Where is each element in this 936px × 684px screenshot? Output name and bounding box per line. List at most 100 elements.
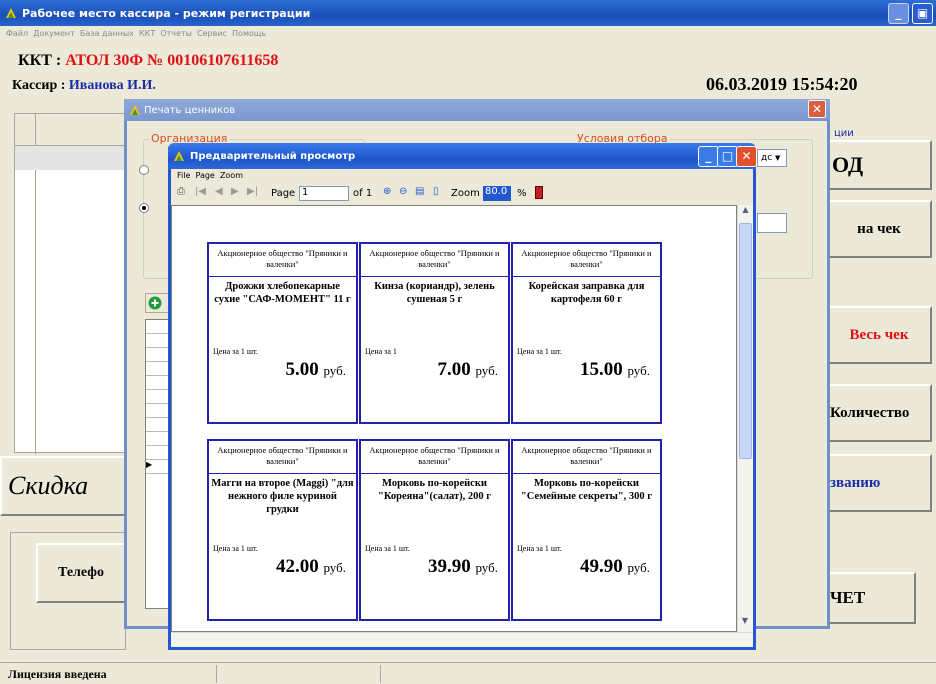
- price-print-dialog-title: Печать ценников: [144, 105, 236, 116]
- whole-check-label: Весь чек: [849, 326, 909, 343]
- price-tag-product: Морковь по-корейски "Кореяна"(салат), 20…: [377, 478, 492, 502]
- preview-close-button[interactable]: ✕: [736, 146, 757, 167]
- price-currency: руб.: [475, 560, 498, 575]
- by-name-button[interactable]: званию: [826, 454, 932, 512]
- price-currency: руб.: [323, 560, 346, 575]
- zoom-out-icon[interactable]: ⊖: [399, 186, 407, 202]
- discount-button[interactable]: Скидка: [0, 456, 126, 516]
- dialog-close-button[interactable]: ✕: [808, 100, 826, 118]
- price-tag: Акционерное общество "Пряники и валенки"…: [511, 242, 662, 424]
- price-tag-product: Корейская заправка для картофеля 60 г: [528, 281, 645, 305]
- add-icon: [148, 296, 162, 310]
- preview-menu-page[interactable]: Page: [195, 171, 214, 180]
- chevron-down-icon[interactable]: ▼: [738, 616, 752, 632]
- page-of-label: of 1: [353, 188, 373, 199]
- price-value: 39.90: [427, 556, 471, 577]
- price-tag-price: 7.00 руб.: [361, 359, 508, 381]
- preview-menu-bar: File Page Zoom: [171, 169, 753, 183]
- horizontal-scrollbar[interactable]: [171, 632, 753, 647]
- first-page-icon[interactable]: |◀: [195, 186, 206, 202]
- preview-toolbar: ⎙ |◀ ◀ ▶ ▶| Page 1 of 1 ⊕ ⊖ ▤ ▯ Zoom 80.…: [171, 183, 753, 205]
- discount-label: Скидка: [8, 471, 89, 500]
- preview-menu-file[interactable]: File: [177, 171, 190, 180]
- scroll-thumb[interactable]: [739, 223, 752, 459]
- filter-combo[interactable]: дс ▼: [757, 149, 787, 167]
- menu-file[interactable]: Файл: [6, 29, 28, 38]
- price-currency: руб.: [323, 363, 346, 378]
- maximize-button[interactable]: ▣: [912, 3, 933, 24]
- vertical-scrollbar[interactable]: ▲ ▼: [737, 205, 753, 632]
- close-icon: ✕: [741, 149, 752, 163]
- datetime: 06.03.2019 15:54:20: [706, 74, 858, 94]
- print-icon[interactable]: ⎙: [177, 186, 185, 202]
- price-value: 15.00: [579, 359, 623, 380]
- calculate-button[interactable]: ЧЕТ: [826, 572, 916, 624]
- calculate-label: ЧЕТ: [830, 588, 866, 607]
- price-tag: Акционерное общество "Пряники и валенки"…: [511, 439, 662, 621]
- by-name-label: званию: [830, 474, 881, 491]
- main-window-title: Рабочее место кассира - режим регистраци…: [22, 7, 311, 20]
- phone-label: Телефо: [58, 565, 104, 580]
- od-button[interactable]: ОД: [826, 140, 932, 190]
- od-label: ОД: [832, 152, 864, 177]
- price-tag: Акционерное общество "Пряники и валенки"…: [207, 439, 358, 621]
- maximize-icon: □: [721, 149, 734, 163]
- price-tag-product: Дрожжи хлебопекарные сухие "САФ-МОМЕНТ" …: [214, 281, 351, 305]
- menu-database[interactable]: База данных: [80, 29, 134, 38]
- receipt-table[interactable]: [14, 113, 127, 454]
- radio-org-1[interactable]: [139, 165, 149, 175]
- menu-service[interactable]: Сервис: [197, 29, 227, 38]
- menu-reports[interactable]: Отчеты: [160, 29, 192, 38]
- price-tag-org: Акционерное общество "Пряники и валенки": [209, 441, 356, 474]
- preview-maximize-button[interactable]: □: [717, 146, 738, 167]
- price-tag: Акционерное общество "Пряники и валенки"…: [207, 242, 358, 424]
- add-to-check-label: на чек: [857, 220, 901, 237]
- page-input[interactable]: 1: [299, 186, 349, 201]
- preview-title: Предварительный просмотр: [190, 151, 356, 162]
- maximize-icon: ▣: [916, 6, 929, 20]
- whole-check-button[interactable]: Весь чек: [826, 306, 932, 364]
- price-tag-price-label: Цена за 1 шт.: [365, 544, 410, 553]
- preview-menu-zoom[interactable]: Zoom: [220, 171, 243, 180]
- price-currency: руб.: [627, 560, 650, 575]
- filter-input[interactable]: [757, 213, 787, 233]
- filter-combo-value: дс: [761, 153, 773, 163]
- price-tag-price: 5.00 руб.: [209, 359, 356, 381]
- menu-kkt[interactable]: ККТ: [139, 29, 155, 38]
- menu-help[interactable]: Помощь: [232, 29, 266, 38]
- kkt-label: ККТ :: [18, 52, 62, 69]
- page-width-icon[interactable]: ▤: [415, 186, 424, 202]
- zoom-input[interactable]: 80.0: [483, 186, 511, 201]
- cashier-label: Кассир :: [12, 78, 66, 93]
- kkt-value: АТОЛ 30Ф № 00106107611658: [65, 52, 279, 69]
- zoom-in-icon[interactable]: ⊕: [383, 186, 391, 202]
- preview-minimize-button[interactable]: _: [698, 146, 719, 167]
- chevron-up-icon[interactable]: ▲: [738, 205, 753, 221]
- kkt-info: ККТ : АТОЛ 30Ф № 00106107611658: [18, 52, 278, 70]
- page-label: Page: [271, 188, 296, 199]
- price-tag-price-label: Цена за 1 шт.: [517, 544, 562, 553]
- minimize-button[interactable]: _: [888, 3, 909, 24]
- next-page-icon[interactable]: ▶: [231, 186, 239, 202]
- last-page-icon[interactable]: ▶|: [247, 186, 258, 202]
- price-tag-price: 42.00 руб.: [209, 556, 356, 578]
- price-tag-price-label: Цена за 1 шт.: [213, 544, 258, 553]
- whole-page-icon[interactable]: ▯: [433, 186, 439, 202]
- menu-document[interactable]: Документ: [33, 29, 75, 38]
- phone-button[interactable]: Телефо: [36, 543, 126, 603]
- chevron-down-icon: ▼: [775, 154, 781, 162]
- exit-icon[interactable]: [535, 186, 543, 199]
- price-tag-org: Акционерное общество "Пряники и валенки": [361, 441, 508, 474]
- zoom-unit: %: [517, 188, 527, 199]
- price-tag-price-label: Цена за 1 шт.: [517, 347, 562, 356]
- price-currency: руб.: [627, 363, 650, 378]
- radio-org-2[interactable]: [139, 203, 149, 213]
- add-to-check-button[interactable]: на чек: [826, 200, 932, 258]
- price-tag-org: Акционерное общество "Пряники и валенки": [513, 244, 660, 277]
- prev-page-icon[interactable]: ◀: [215, 186, 223, 202]
- cashier-value: Иванова И.И.: [68, 78, 156, 93]
- price-tag-product: Кинза (кориандр), зелень сушеная 5 г: [374, 281, 495, 305]
- price-tag-org: Акционерное общество "Пряники и валенки": [361, 244, 508, 277]
- quantity-button[interactable]: Количество: [826, 384, 932, 442]
- price-value: 49.90: [579, 556, 623, 577]
